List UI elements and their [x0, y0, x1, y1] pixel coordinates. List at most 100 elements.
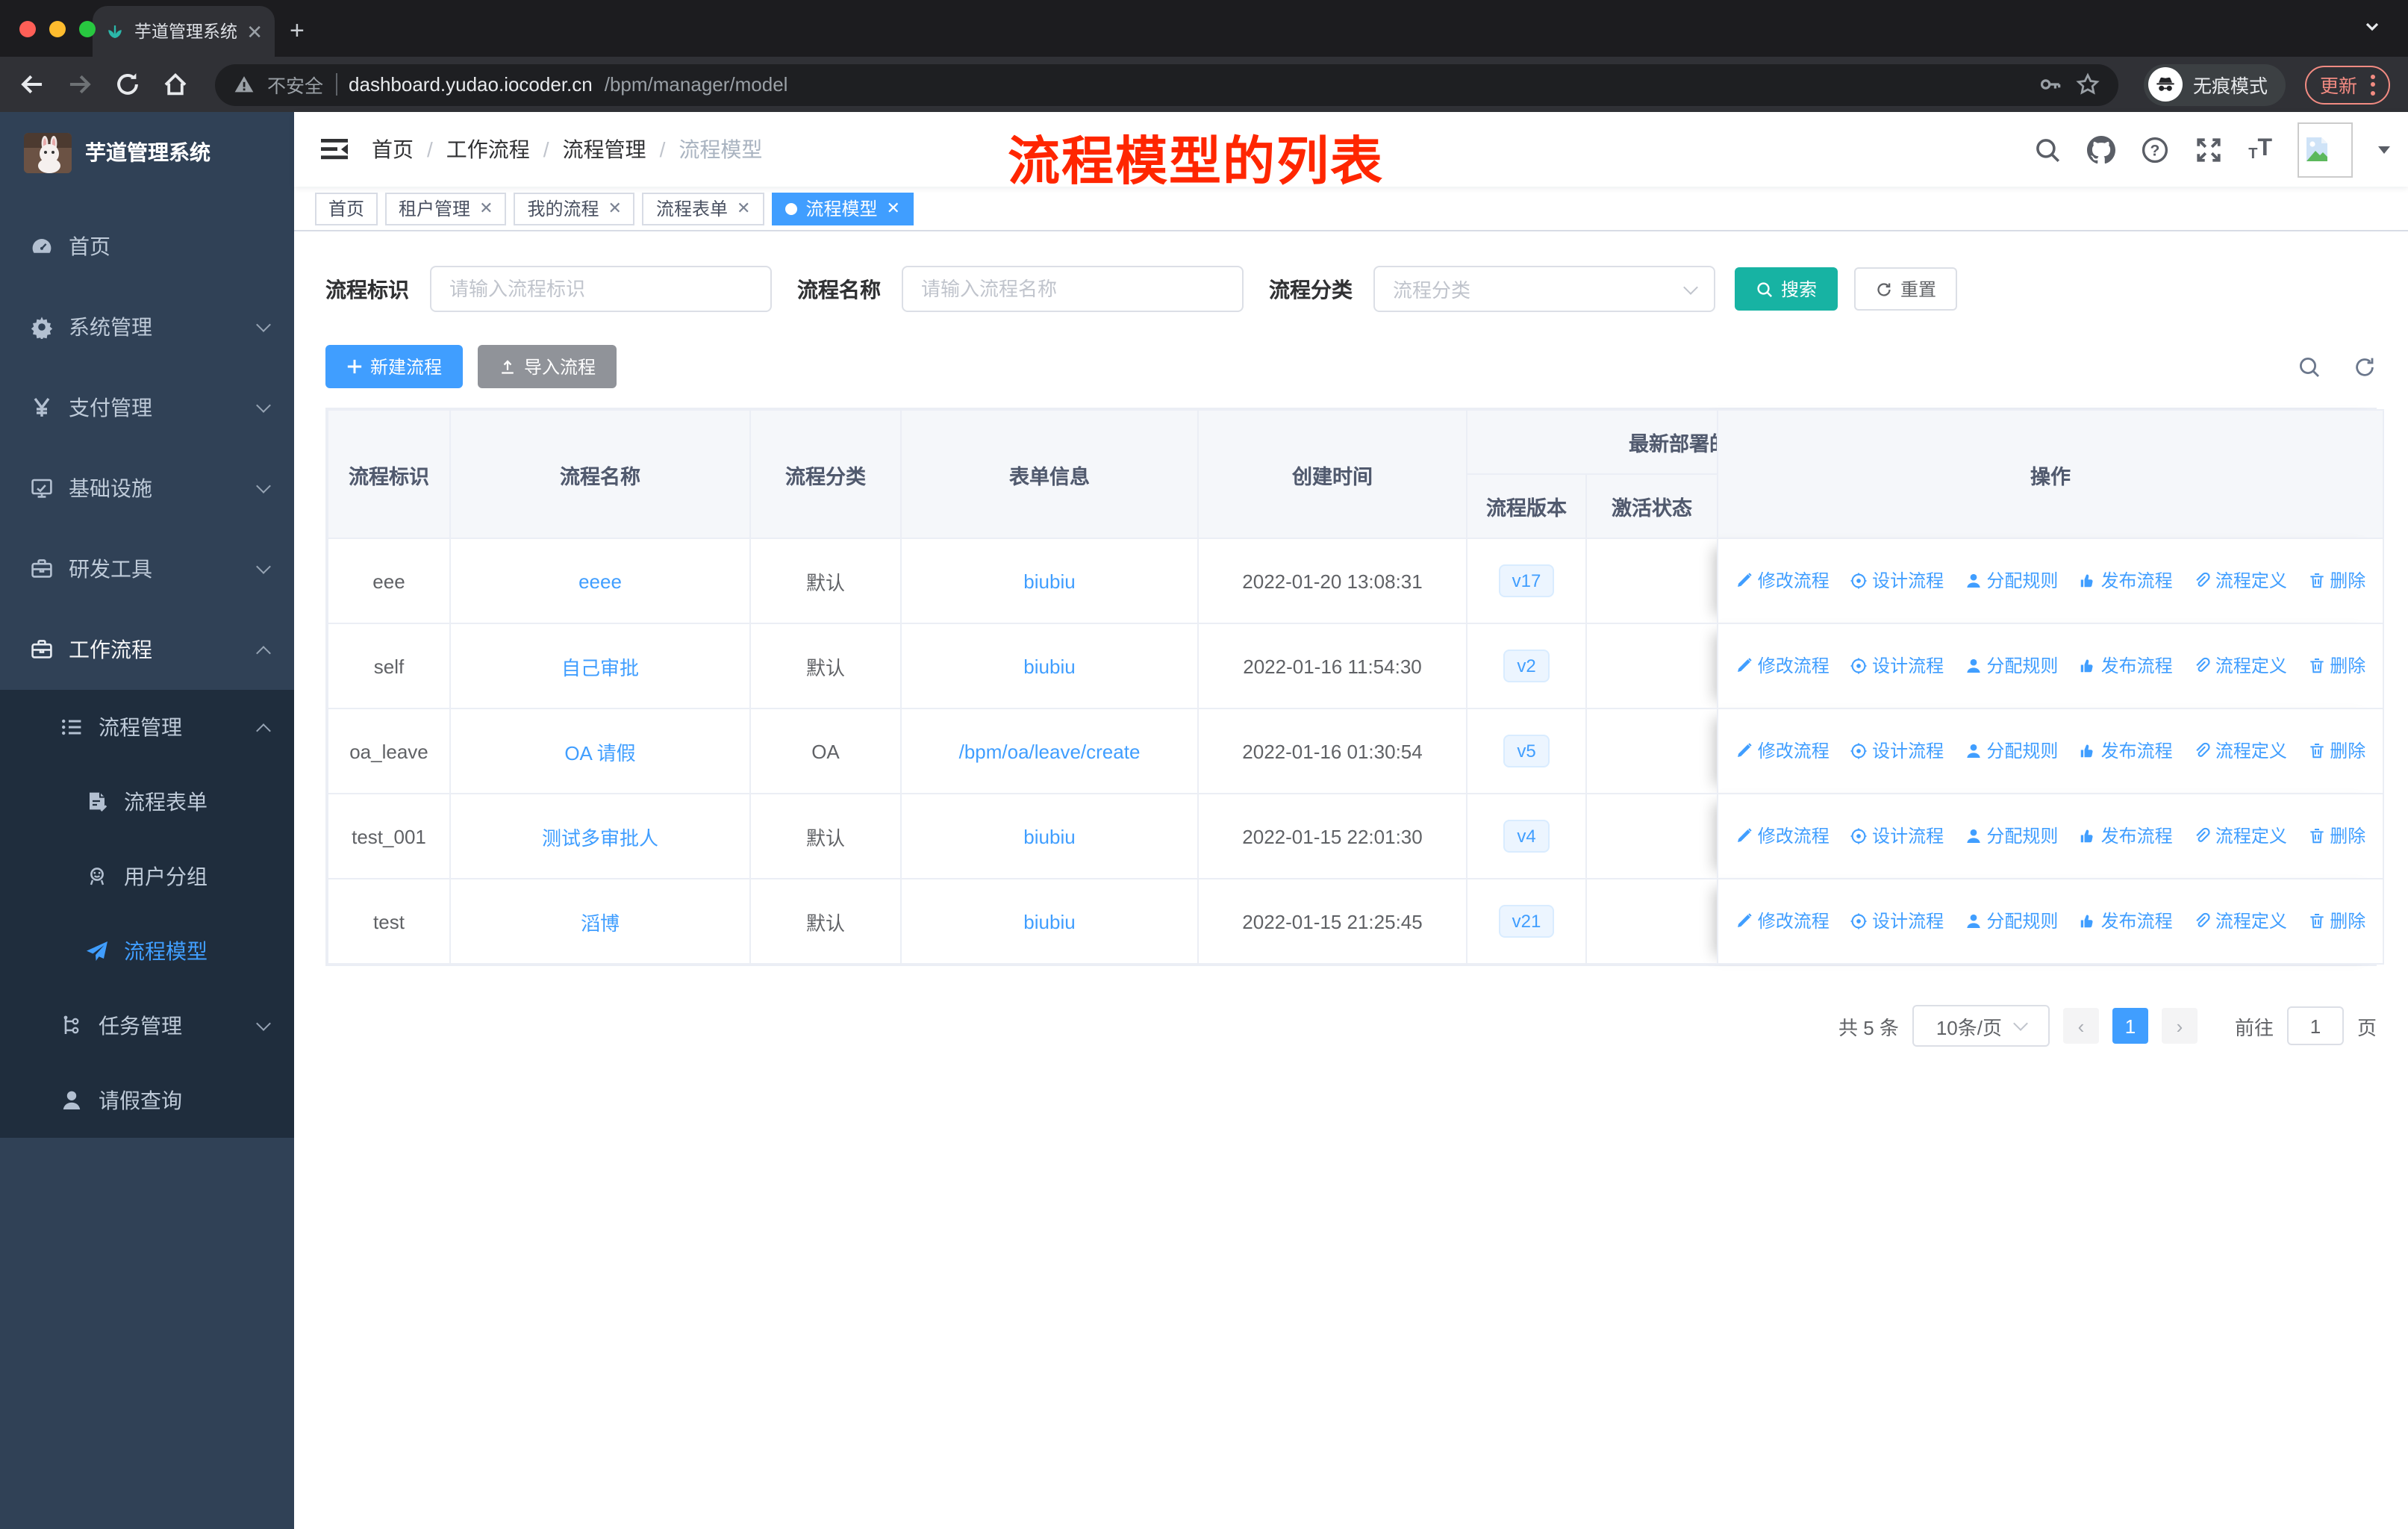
- delete-process-link[interactable]: 删除: [2307, 653, 2365, 679]
- app-logo[interactable]: 芋道管理系统: [0, 116, 294, 188]
- design-process-link[interactable]: 设计流程: [1850, 738, 1944, 764]
- not-secure-warning-icon[interactable]: [233, 73, 255, 96]
- sidebar-item-workflow[interactable]: 工作流程: [0, 609, 294, 690]
- form-info-link[interactable]: biubiu: [1023, 570, 1075, 592]
- current-page[interactable]: 1: [2112, 1008, 2148, 1044]
- version-badge[interactable]: v21: [1498, 904, 1555, 938]
- bookmark-star-icon[interactable]: [2075, 72, 2100, 97]
- address-bar[interactable]: 不安全 dashboard.yudao.iocoder.cn /bpm/mana…: [215, 63, 2118, 105]
- sidebar-item-infra[interactable]: 基础设施: [0, 448, 294, 529]
- url-path[interactable]: /bpm/manager/model: [605, 73, 2026, 96]
- sidebar-item-task-management[interactable]: 任务管理: [0, 988, 294, 1063]
- back-icon[interactable]: [18, 70, 46, 99]
- form-info-link[interactable]: /bpm/oa/leave/create: [959, 740, 1141, 762]
- process-name-link[interactable]: 滔博: [581, 912, 620, 934]
- tag-tenant[interactable]: 租户管理 ✕: [385, 192, 507, 225]
- design-process-link[interactable]: 设计流程: [1850, 568, 1944, 594]
- reset-button[interactable]: 重置: [1854, 267, 1958, 311]
- publish-process-link[interactable]: 发布流程: [2079, 823, 2173, 849]
- sidebar-item-process-model[interactable]: 流程模型: [0, 914, 294, 988]
- publish-process-link[interactable]: 发布流程: [2079, 653, 2173, 679]
- edit-process-link[interactable]: 修改流程: [1735, 738, 1830, 764]
- reload-icon[interactable]: [113, 70, 142, 99]
- design-process-link[interactable]: 设计流程: [1850, 653, 1944, 679]
- tab-search-chevron-icon[interactable]: [2363, 18, 2381, 36]
- edit-process-link[interactable]: 修改流程: [1735, 653, 1830, 679]
- delete-process-link[interactable]: 删除: [2307, 823, 2365, 849]
- edit-process-link[interactable]: 修改流程: [1735, 823, 1830, 849]
- import-process-button[interactable]: 导入流程: [478, 345, 617, 388]
- assign-rule-link[interactable]: 分配规则: [1964, 823, 2058, 849]
- tag-my-process[interactable]: 我的流程 ✕: [514, 192, 635, 225]
- zoom-window-button[interactable]: [79, 21, 96, 37]
- close-icon[interactable]: ✕: [608, 199, 622, 218]
- font-size-icon[interactable]: TT: [2248, 136, 2272, 163]
- process-definition-link[interactable]: 流程定义: [2193, 653, 2287, 679]
- process-definition-link[interactable]: 流程定义: [2193, 909, 2287, 934]
- close-icon[interactable]: ✕: [886, 199, 899, 218]
- window-controls[interactable]: [19, 21, 96, 37]
- github-icon[interactable]: [2087, 135, 2116, 164]
- browser-tab[interactable]: 芋道管理系统 ✕: [93, 6, 275, 57]
- version-badge[interactable]: v4: [1503, 819, 1550, 853]
- process-category-select[interactable]: 流程分类: [1373, 266, 1715, 312]
- goto-page-input[interactable]: [2286, 1006, 2344, 1045]
- assign-rule-link[interactable]: 分配规则: [1964, 909, 2058, 934]
- update-label[interactable]: 更新: [2320, 70, 2357, 99]
- fullscreen-icon[interactable]: [2195, 135, 2223, 164]
- new-tab-button[interactable]: +: [290, 16, 305, 46]
- tag-home[interactable]: 首页: [315, 192, 378, 225]
- assign-rule-link[interactable]: 分配规则: [1964, 568, 2058, 594]
- version-badge[interactable]: v5: [1503, 734, 1550, 768]
- next-page-button[interactable]: ›: [2161, 1008, 2198, 1044]
- breadcrumb-process-management[interactable]: 流程管理: [563, 134, 646, 164]
- help-icon[interactable]: ?: [2141, 135, 2169, 164]
- design-process-link[interactable]: 设计流程: [1850, 909, 1944, 934]
- form-info-link[interactable]: biubiu: [1023, 825, 1075, 847]
- sidebar-item-process-form[interactable]: 流程表单: [0, 764, 294, 839]
- minimize-window-button[interactable]: [49, 21, 66, 37]
- assign-rule-link[interactable]: 分配规则: [1964, 653, 2058, 679]
- tag-process-form[interactable]: 流程表单 ✕: [642, 192, 764, 225]
- process-name-link[interactable]: 测试多审批人: [542, 826, 658, 849]
- delete-process-link[interactable]: 删除: [2307, 568, 2365, 594]
- security-label[interactable]: 不安全: [267, 70, 323, 99]
- breadcrumb-workflow[interactable]: 工作流程: [446, 134, 530, 164]
- breadcrumb-home[interactable]: 首页: [372, 134, 414, 164]
- url-host[interactable]: dashboard.yudao.iocoder.cn: [349, 73, 593, 96]
- password-key-icon[interactable]: [2038, 72, 2063, 97]
- avatar-caret-icon[interactable]: [2378, 146, 2390, 153]
- form-info-link[interactable]: biubiu: [1023, 910, 1075, 932]
- process-name-link[interactable]: OA 请假: [564, 741, 635, 764]
- search-icon[interactable]: [2033, 135, 2062, 164]
- edit-process-link[interactable]: 修改流程: [1735, 568, 1830, 594]
- version-badge[interactable]: v17: [1498, 564, 1555, 598]
- tab-close-icon[interactable]: ✕: [246, 22, 263, 41]
- design-process-link[interactable]: 设计流程: [1850, 823, 1944, 849]
- search-button[interactable]: 搜索: [1735, 267, 1838, 311]
- sidebar-collapse-icon[interactable]: [321, 136, 348, 163]
- browser-update-button[interactable]: 更新: [2304, 65, 2390, 104]
- refresh-table-icon[interactable]: [2353, 355, 2377, 379]
- process-definition-link[interactable]: 流程定义: [2193, 568, 2287, 594]
- delete-process-link[interactable]: 删除: [2307, 909, 2365, 934]
- sidebar-item-home[interactable]: 首页: [0, 206, 294, 287]
- close-icon[interactable]: ✕: [479, 199, 493, 218]
- sidebar-item-system[interactable]: 系统管理: [0, 287, 294, 367]
- page-size-select[interactable]: 10条/页: [1912, 1005, 2050, 1047]
- edit-process-link[interactable]: 修改流程: [1735, 909, 1830, 934]
- process-definition-link[interactable]: 流程定义: [2193, 738, 2287, 764]
- publish-process-link[interactable]: 发布流程: [2079, 568, 2173, 594]
- form-info-link[interactable]: biubiu: [1023, 655, 1075, 677]
- process-name-link[interactable]: eeee: [578, 570, 622, 592]
- close-window-button[interactable]: [19, 21, 36, 37]
- sidebar-item-leave-query[interactable]: 请假查询: [0, 1063, 294, 1138]
- avatar[interactable]: [2298, 122, 2353, 177]
- process-name-input[interactable]: [902, 266, 1244, 312]
- sidebar-item-user-group[interactable]: 用户分组: [0, 839, 294, 914]
- process-definition-link[interactable]: 流程定义: [2193, 823, 2287, 849]
- process-key-input[interactable]: [430, 266, 772, 312]
- version-badge[interactable]: v2: [1503, 649, 1550, 683]
- toggle-search-icon[interactable]: [2298, 355, 2321, 379]
- sidebar-item-payment[interactable]: 支付管理: [0, 367, 294, 448]
